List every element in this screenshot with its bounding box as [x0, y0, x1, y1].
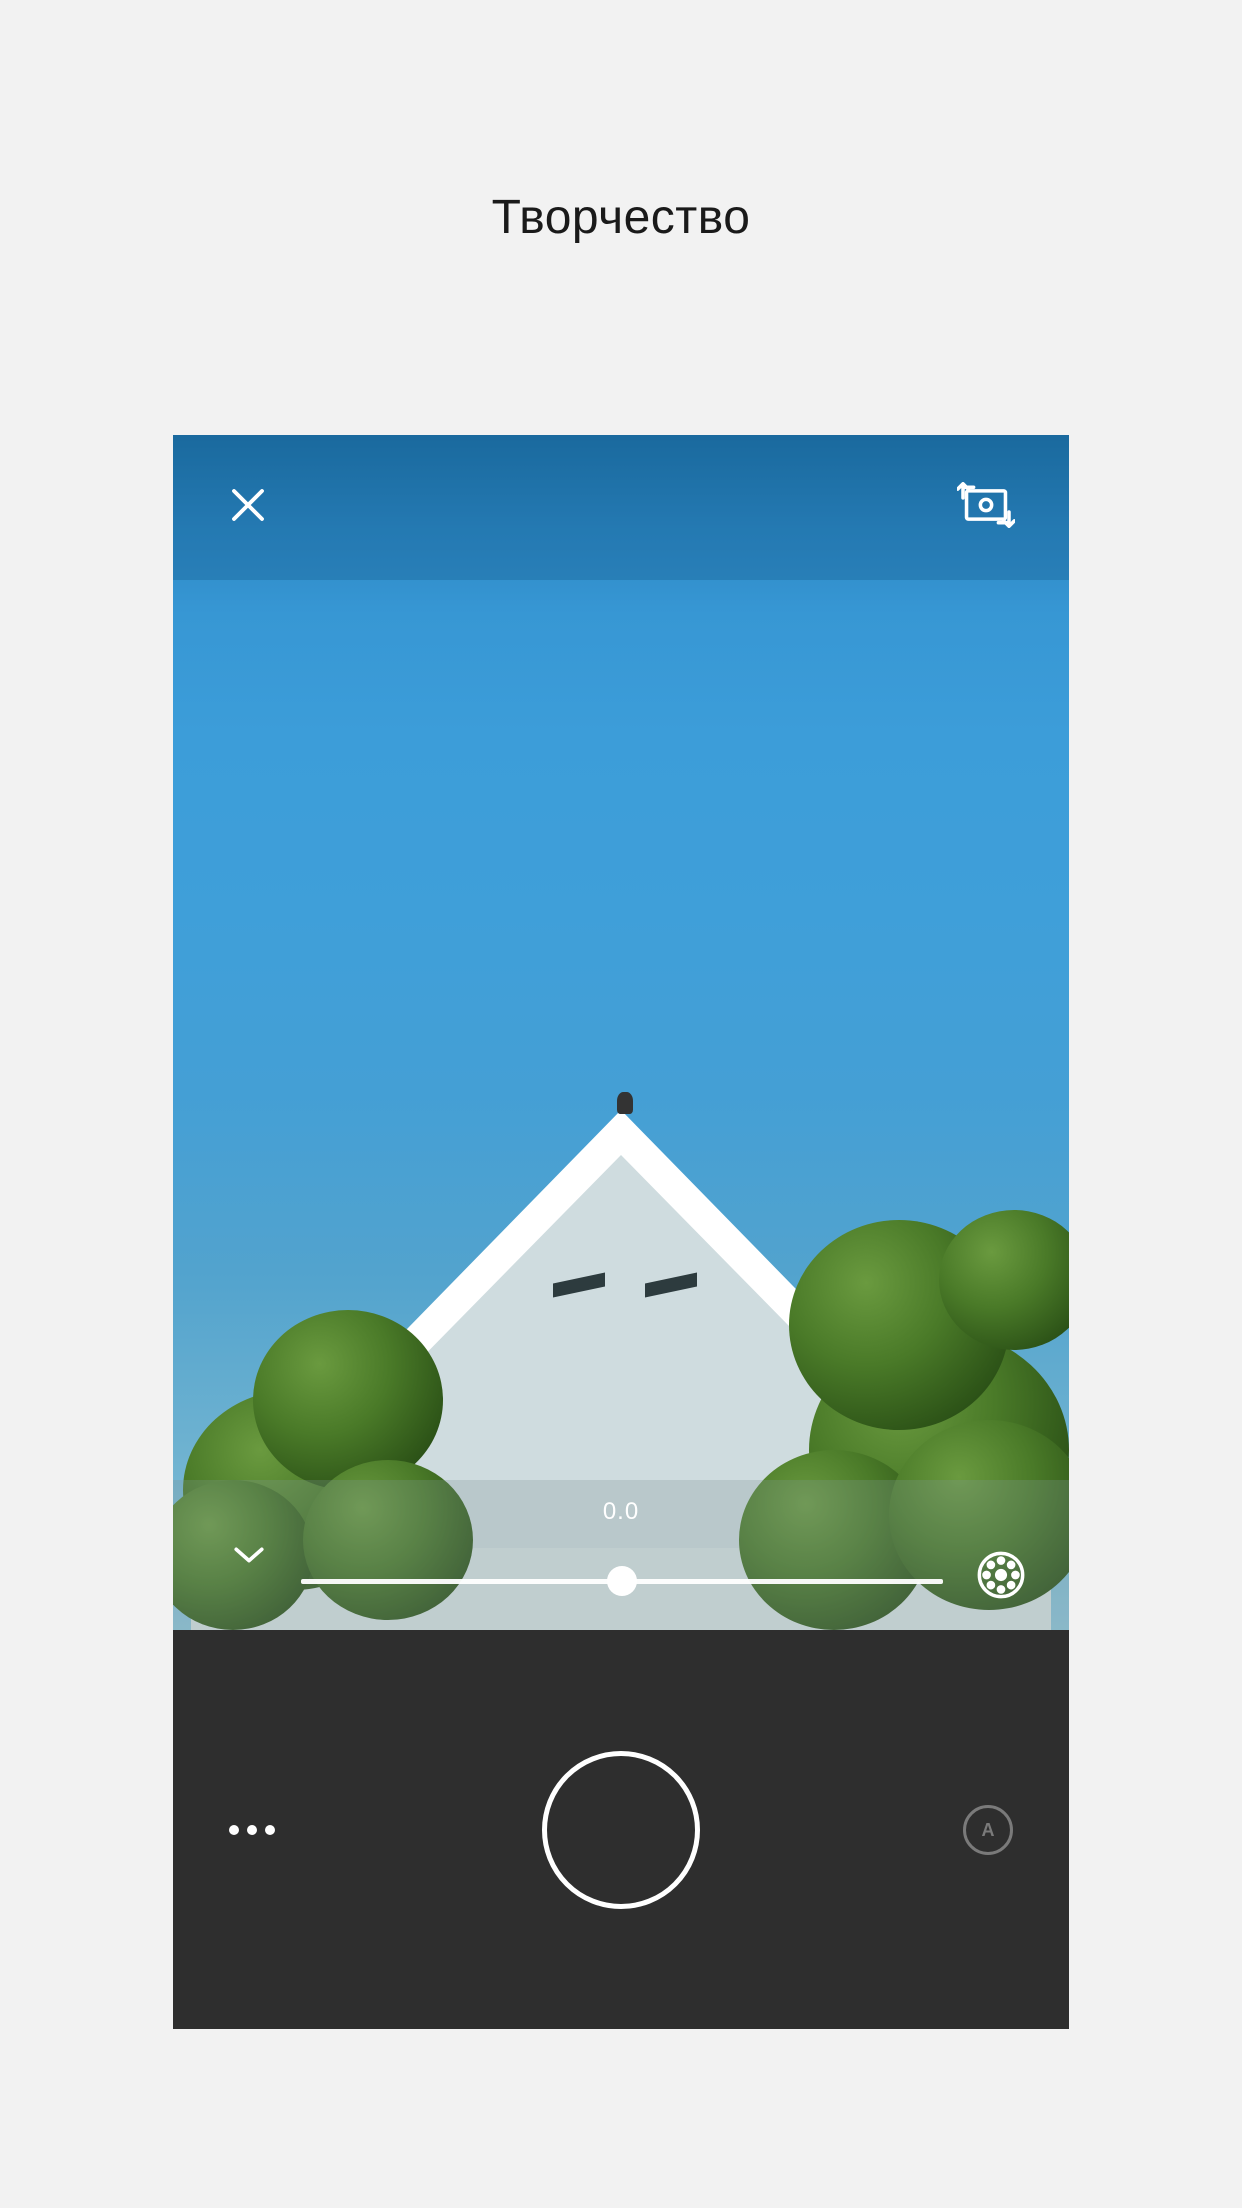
camera-app-frame: 0.0	[173, 435, 1069, 2029]
more-icon[interactable]	[229, 1825, 275, 1835]
slider-thumb[interactable]	[607, 1566, 637, 1596]
slider-value-label: 0.0	[603, 1498, 639, 1526]
close-icon[interactable]	[227, 484, 269, 531]
switch-camera-icon[interactable]	[957, 482, 1015, 533]
collapse-slider-icon[interactable]	[227, 1533, 271, 1577]
mode-label: A	[982, 1820, 995, 1841]
shutter-button[interactable]	[542, 1751, 700, 1909]
camera-viewfinder[interactable]: 0.0	[173, 435, 1069, 1630]
camera-bottom-bar: A	[173, 1631, 1069, 2029]
exposure-slider-strip: 0.0	[173, 1480, 1069, 1630]
exposure-slider[interactable]	[301, 1579, 943, 1584]
mode-toggle-button[interactable]: A	[963, 1805, 1013, 1855]
page-title: Творчество	[492, 190, 751, 245]
camera-top-bar	[173, 435, 1069, 580]
filter-wheel-icon[interactable]	[973, 1547, 1029, 1603]
